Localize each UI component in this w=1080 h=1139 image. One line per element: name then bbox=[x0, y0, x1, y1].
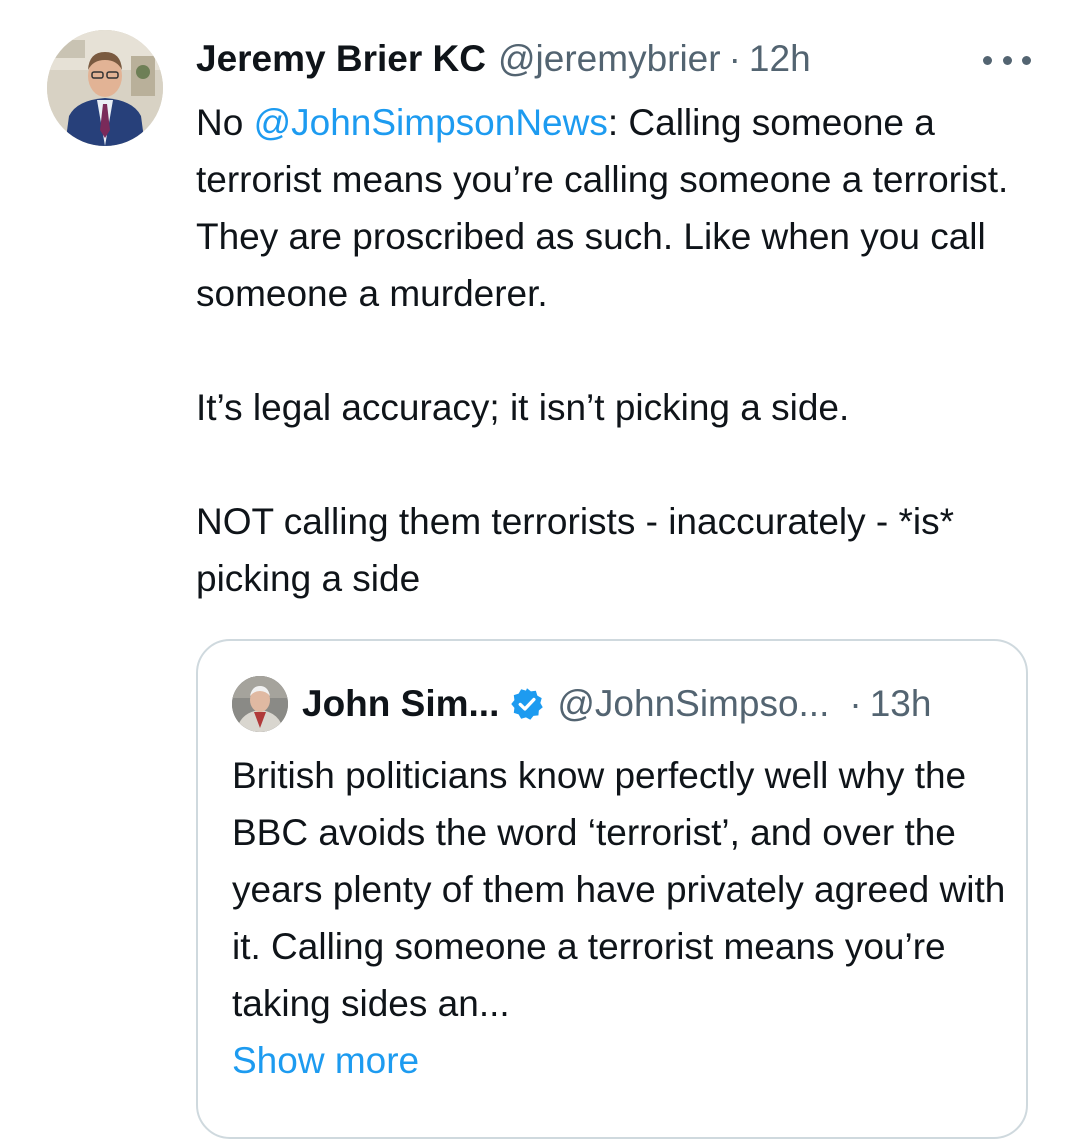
quoted-author-avatar[interactable] bbox=[232, 676, 288, 732]
tweet-text-prefix: No bbox=[196, 102, 254, 143]
quoted-tweet-card[interactable]: John Sim... @JohnSimpso... · 13h British… bbox=[196, 639, 1028, 1139]
more-options-button[interactable] bbox=[983, 46, 1031, 74]
tweet-paragraph-1: No @JohnSimpsonNews: Calling someone a t… bbox=[196, 94, 1056, 322]
header-separator: · bbox=[728, 38, 741, 79]
quoted-tweet-timestamp[interactable]: 13h bbox=[870, 683, 932, 725]
quoted-author-handle[interactable]: @JohnSimpso... bbox=[557, 683, 829, 725]
quoted-author-name[interactable]: John Sim... bbox=[302, 683, 499, 725]
more-horizontal-icon-dot bbox=[1002, 55, 1012, 65]
mention-link[interactable]: @JohnSimpsonNews bbox=[254, 102, 608, 143]
author-name[interactable]: Jeremy Brier KC bbox=[196, 38, 486, 80]
tweet-paragraph-2: It’s legal accuracy; it isn’t picking a … bbox=[196, 387, 850, 428]
quoted-tweet-body: British politicians know perfectly well … bbox=[232, 747, 1012, 1089]
tweet-timestamp[interactable]: 12h bbox=[749, 38, 811, 80]
tweet-header: Jeremy Brier KC @jeremybrier · 12h bbox=[196, 36, 811, 82]
verified-badge-icon bbox=[509, 686, 545, 722]
author-avatar[interactable] bbox=[47, 30, 163, 146]
tweet[interactable]: Jeremy Brier KC @jeremybrier · 12h No @J… bbox=[0, 0, 1080, 1139]
quoted-header-separator: · bbox=[849, 683, 862, 724]
more-horizontal-icon bbox=[983, 55, 992, 65]
author-handle[interactable]: @jeremybrier bbox=[498, 38, 721, 80]
tweet-body: No @JohnSimpsonNews: Calling someone a t… bbox=[196, 94, 1056, 607]
quoted-tweet-header: John Sim... @JohnSimpso... · 13h bbox=[232, 673, 931, 735]
more-horizontal-icon-dot bbox=[1022, 55, 1031, 65]
quoted-tweet-text: British politicians know perfectly well … bbox=[232, 755, 1006, 1024]
tweet-paragraph-3: NOT calling them terrorists - inaccurate… bbox=[196, 501, 955, 599]
show-more-link[interactable]: Show more bbox=[232, 1032, 1012, 1089]
